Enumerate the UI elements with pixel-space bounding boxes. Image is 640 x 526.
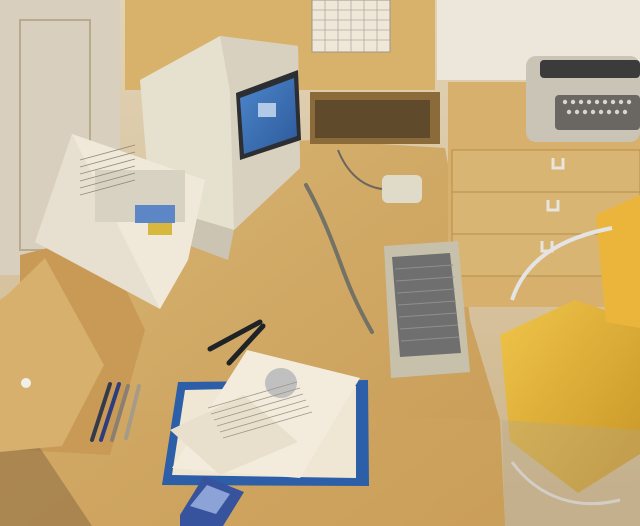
typewriter <box>526 56 640 142</box>
keyboard <box>384 241 470 378</box>
office-desk-photo <box>0 0 640 526</box>
drawer-1 <box>451 149 640 193</box>
recess-files <box>315 100 430 138</box>
right-floor <box>502 420 640 526</box>
cubby-knob <box>21 378 31 388</box>
